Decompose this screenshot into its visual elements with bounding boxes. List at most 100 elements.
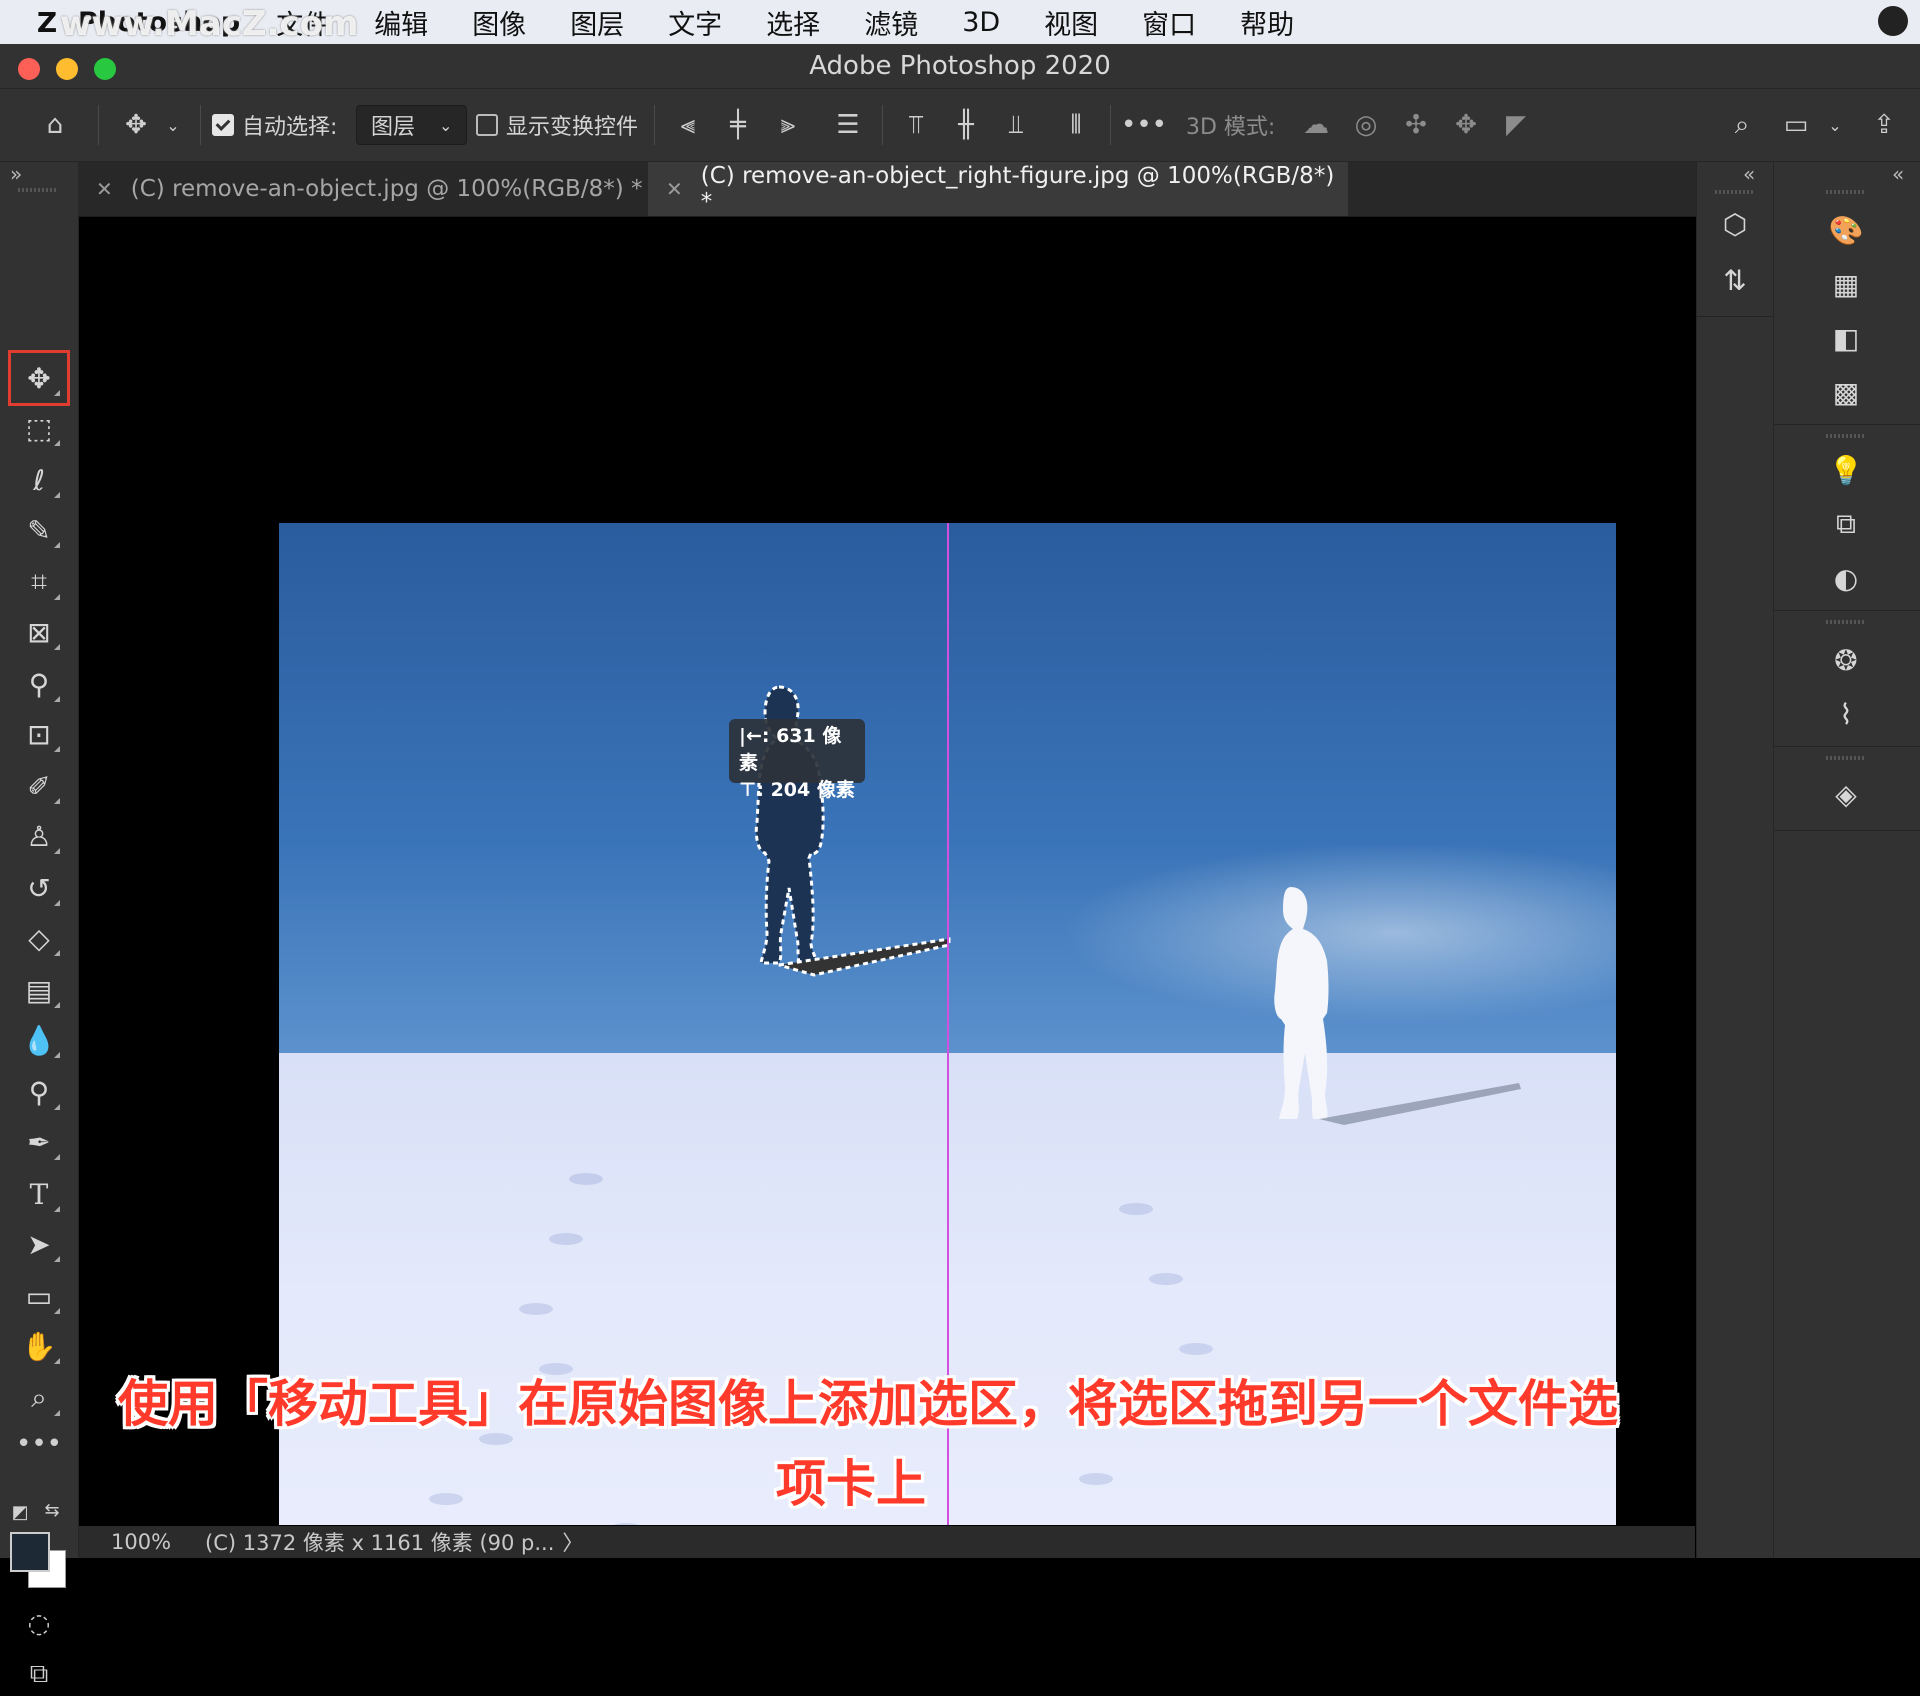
foreground-color-swatch[interactable] [10,1532,50,1572]
3d-orbit-icon[interactable]: ☁ [1296,103,1336,147]
menu-help[interactable]: 帮助 [1240,3,1294,42]
align-right-icon[interactable]: ⫸ [770,103,806,147]
gradient-tool-icon[interactable]: ▤ [14,968,64,1012]
distribute-horizontal-icon[interactable]: ⦀ [1058,103,1094,147]
screen-mode-icon[interactable]: ⧉ [14,1652,64,1696]
brush-tool-icon[interactable]: ✐ [14,764,64,808]
pen-tool-icon[interactable]: ✒ [14,1120,64,1164]
move-offset-tooltip: |←: 631 像素 ⊤: 204 像素 [729,719,865,801]
panel-grip[interactable] [1826,756,1866,760]
menu-filter[interactable]: 滤镜 [864,3,918,42]
show-transform-check-icon[interactable] [476,114,498,136]
blur-tool-icon[interactable]: 💧 [14,1018,64,1062]
search-icon[interactable]: ⌕ [1722,103,1762,147]
align-bottom-icon[interactable]: ⫫ [998,103,1034,147]
align-vertical-center-icon[interactable]: ╫ [948,103,984,147]
apple-logo-icon[interactable]: Z [24,2,70,42]
menu-file[interactable]: 文件 [276,3,330,42]
close-window-button[interactable] [18,58,40,80]
tab-remove-an-object-right-figure[interactable]: ✕ (C) remove-an-object_right-figure.jpg … [648,162,1348,216]
collapse-toolbar-icon[interactable]: » [10,162,22,186]
collapse-panel-icon[interactable]: « [1743,162,1755,186]
status-menu-icon[interactable] [1878,6,1908,36]
paths-panel-icon[interactable]: ⌇ [1824,692,1868,736]
libraries-panel-icon[interactable]: ⧉ [1824,502,1868,546]
tool-preset-chevron-down-icon[interactable]: ⌄ [162,103,184,147]
minimize-window-button[interactable] [56,58,78,80]
adjustments-panel-icon[interactable]: ◐ [1824,556,1868,600]
zoom-tool-icon[interactable]: ⌕ [14,1376,64,1420]
canvas-area[interactable]: |←: 631 像素 ⊤: 204 像素 [79,217,1695,1525]
hand-tool-icon[interactable]: ✋ [14,1324,64,1368]
document-info-arrow[interactable]: 〉 [562,1527,583,1557]
menu-3d[interactable]: 3D [962,7,1000,38]
eyedropper-tool-icon[interactable]: ⚲ [14,662,64,706]
history-brush-tool-icon[interactable]: ↺ [14,866,64,910]
tab-remove-an-object[interactable]: ✕ (C) remove-an-object.jpg @ 100%(RGB/8*… [78,162,646,216]
distribute-vertical-icon[interactable]: ☰ [830,103,866,147]
default-colors-icon[interactable]: ◩ [8,1500,32,1524]
workspace-icon[interactable]: ▭ [1776,103,1816,147]
tab-label: (C) remove-an-object.jpg @ 100%(RGB/8*) … [130,176,643,202]
learn-panel-icon[interactable]: 💡 [1824,448,1868,492]
3d-slide-icon[interactable]: ✥ [1446,103,1486,147]
close-tab-icon[interactable]: ✕ [666,177,683,201]
quick-mask-icon[interactable]: ◌ [14,1602,64,1646]
quick-select-tool-icon[interactable]: ✎ [14,508,64,552]
dodge-tool-icon[interactable]: ⚲ [14,1070,64,1114]
lasso-tool-icon[interactable]: ℓ [14,458,64,502]
3d-pan-icon[interactable]: ✣ [1396,103,1436,147]
workspace-chevron-down-icon[interactable]: ⌄ [1824,103,1846,147]
menu-edit[interactable]: 编辑 [374,3,428,42]
type-tool-icon[interactable]: T [14,1172,64,1216]
close-tab-icon[interactable]: ✕ [96,177,113,201]
panel-grip[interactable] [18,188,58,192]
3d-panel-icon[interactable]: ⬡ [1713,202,1757,246]
move-tool-icon[interactable]: ✥ [8,350,70,406]
panel-grip[interactable] [1826,190,1866,194]
menu-layer[interactable]: 图层 [570,3,624,42]
layers-panel-icon[interactable]: ◈ [1824,772,1868,816]
swap-colors-icon[interactable]: ⇆ [40,1498,64,1522]
menu-type[interactable]: 文字 [668,3,722,42]
crop-tool-icon[interactable]: ⌗ [14,560,64,604]
home-icon[interactable]: ⌂ [34,103,76,147]
menu-select[interactable]: 选择 [766,3,820,42]
color-panel-icon[interactable]: 🎨 [1824,208,1868,252]
panel-grip[interactable] [1715,190,1755,194]
path-select-tool-icon[interactable]: ➤ [14,1222,64,1266]
menu-image[interactable]: 图像 [472,3,526,42]
zoom-level[interactable]: 100% [111,1530,171,1554]
panel-grip[interactable] [1826,620,1866,624]
more-tools-icon[interactable]: ••• [14,1424,64,1464]
align-horizontal-center-icon[interactable]: ╪ [720,103,756,147]
frame-tool-icon[interactable]: ⊠ [14,610,64,654]
auto-select-checkbox[interactable]: 自动选择: [212,103,337,147]
menu-app-name[interactable]: Photoshop [78,7,240,38]
gradients-panel-icon[interactable]: ◧ [1824,316,1868,360]
channels-panel-icon[interactable]: ❂ [1824,638,1868,682]
zoom-window-button[interactable] [94,58,116,80]
menu-view[interactable]: 视图 [1044,3,1098,42]
patterns-panel-icon[interactable]: ▩ [1824,370,1868,414]
more-options-icon[interactable]: ••• [1121,103,1167,147]
collapse-panel-icon[interactable]: « [1892,162,1904,186]
move-options-icon[interactable]: ✥ [116,103,156,147]
3d-roll-icon[interactable]: ◎ [1346,103,1386,147]
rectangle-tool-icon[interactable]: ▭ [14,1274,64,1318]
marquee-tool-icon[interactable]: ⬚ [14,406,64,450]
share-icon[interactable]: ⇪ [1864,103,1904,147]
healing-brush-tool-icon[interactable]: ⊡ [14,712,64,756]
history-panel-icon[interactable]: ⇅ [1713,258,1757,302]
panel-grip[interactable] [1826,434,1866,438]
auto-select-check-icon[interactable] [212,114,234,136]
auto-select-target-dropdown[interactable]: 图层 ⌄ [356,103,468,147]
swatches-panel-icon[interactable]: ▦ [1824,262,1868,306]
align-left-icon[interactable]: ⫷ [670,103,706,147]
show-transform-checkbox[interactable]: 显示变换控件 [476,103,638,147]
3d-camera-icon[interactable]: ◤ [1496,103,1536,147]
eraser-tool-icon[interactable]: ◇ [14,916,64,960]
menu-window[interactable]: 窗口 [1142,3,1196,42]
clone-stamp-tool-icon[interactable]: ♙ [14,814,64,858]
align-top-icon[interactable]: ⫪ [898,103,934,147]
